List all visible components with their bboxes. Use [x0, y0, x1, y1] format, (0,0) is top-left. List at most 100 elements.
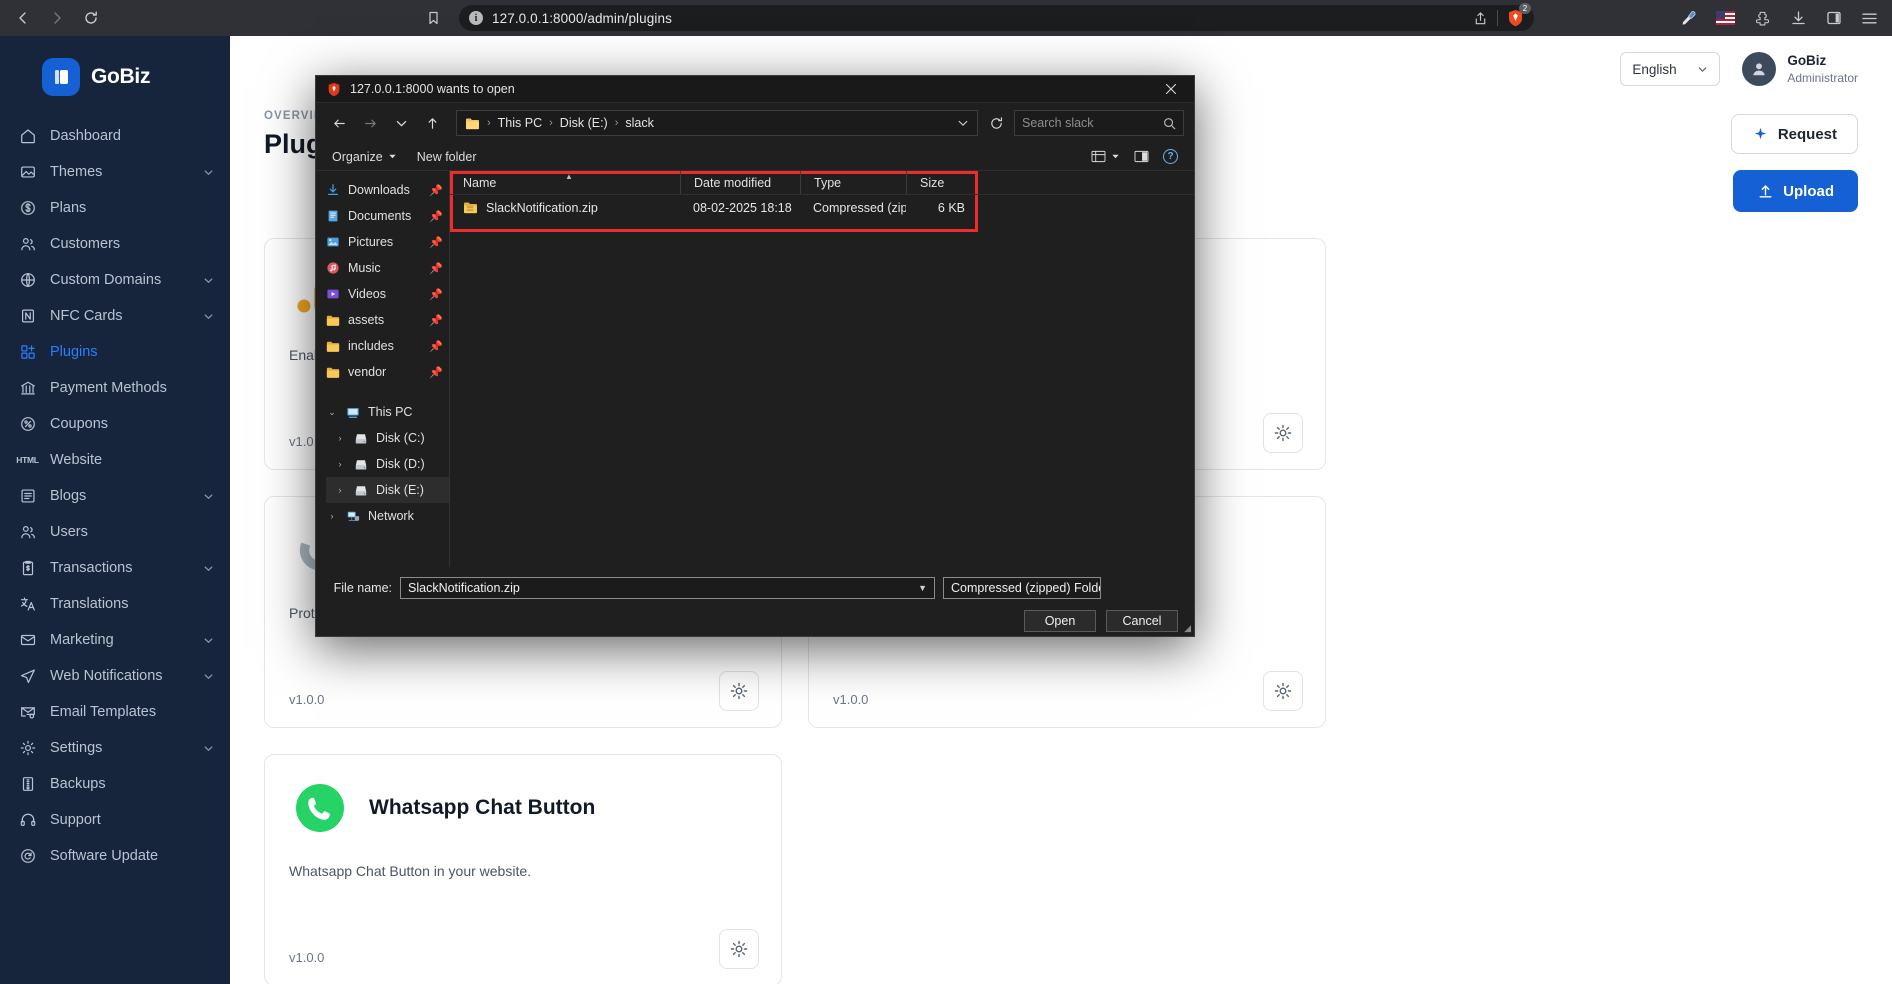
- sidebar-item-nfc-cards[interactable]: NFC Cards: [0, 298, 230, 334]
- sidebar-item-themes[interactable]: Themes: [0, 154, 230, 190]
- address-bar[interactable]: i 127.0.0.1:8000/admin/plugins 2: [459, 5, 1534, 31]
- address-breadcrumb-bar[interactable]: › This PC › Disk (E:) › slack: [456, 110, 978, 136]
- sidebar-item-plans[interactable]: Plans: [0, 190, 230, 226]
- nav-pane-item-documents[interactable]: Documents📌: [326, 203, 449, 229]
- tree-expander-icon[interactable]: ›: [334, 485, 346, 495]
- sidebar-item-custom-domains[interactable]: Custom Domains: [0, 262, 230, 298]
- new-folder-button[interactable]: New folder: [417, 150, 477, 164]
- sidebar-item-users[interactable]: Users: [0, 514, 230, 550]
- search-input[interactable]: [1022, 116, 1152, 130]
- nav-pane-item-videos[interactable]: Videos📌: [326, 281, 449, 307]
- brave-shields-button[interactable]: 2: [1507, 9, 1524, 27]
- reload-button[interactable]: [76, 3, 106, 33]
- plugin-settings-button[interactable]: [1263, 671, 1303, 711]
- plugin-card[interactable]: Whatsapp Chat Button Whatsapp Chat Butto…: [264, 754, 782, 984]
- breadcrumb-item-1[interactable]: Disk (E:): [560, 116, 608, 130]
- sidebar-item-support[interactable]: Support: [0, 802, 230, 838]
- tree-expander-icon[interactable]: ›: [334, 433, 346, 443]
- sidebar-item-backups[interactable]: Backups: [0, 766, 230, 802]
- chevron-down-icon[interactable]: [203, 563, 214, 574]
- nav-pane-item-includes[interactable]: includes📌: [326, 333, 449, 359]
- nav-pane-item-downloads[interactable]: Downloads📌: [326, 177, 449, 203]
- sidebar-item-web-notifications[interactable]: Web Notifications: [0, 658, 230, 694]
- chevron-down-icon[interactable]: ▼: [918, 583, 927, 593]
- nav-pane-item-assets[interactable]: assets📌: [326, 307, 449, 333]
- plugin-settings-button[interactable]: [1263, 413, 1303, 453]
- chevron-down-icon[interactable]: [203, 167, 214, 178]
- site-info-icon[interactable]: i: [469, 11, 483, 25]
- dialog-back-button[interactable]: [326, 110, 352, 136]
- nav-pane-tree-item-disk-c-[interactable]: ›Disk (C:): [326, 425, 449, 451]
- view-mode-button[interactable]: [1091, 150, 1120, 163]
- chevron-down-icon[interactable]: [203, 275, 214, 286]
- language-selector[interactable]: English: [1620, 52, 1720, 86]
- sidebar-item-translations[interactable]: Translations: [0, 586, 230, 622]
- nav-pane-item-music[interactable]: Music📌: [326, 255, 449, 281]
- sidebar-item-dashboard[interactable]: Dashboard: [0, 118, 230, 154]
- tree-expander-icon[interactable]: ›: [334, 459, 346, 469]
- side-panel-button[interactable]: [1826, 10, 1842, 26]
- request-button[interactable]: Request: [1731, 114, 1858, 154]
- sidebar-item-website[interactable]: HTMLWebsite: [0, 442, 230, 478]
- sidebar-item-marketing[interactable]: Marketing: [0, 622, 230, 658]
- chevron-down-icon[interactable]: [203, 635, 214, 646]
- resize-grip[interactable]: ◢: [1184, 623, 1191, 634]
- share-button[interactable]: [1473, 11, 1488, 26]
- chevron-down-icon[interactable]: [203, 491, 214, 502]
- plugin-settings-button[interactable]: [719, 929, 759, 969]
- dialog-forward-button[interactable]: [357, 110, 383, 136]
- cancel-button[interactable]: Cancel: [1106, 610, 1178, 632]
- dialog-close-button[interactable]: [1156, 76, 1186, 102]
- breadcrumb-item-0[interactable]: This PC: [498, 116, 542, 130]
- nav-pane-tree-item-disk-d-[interactable]: ›Disk (D:): [326, 451, 449, 477]
- sidebar-item-settings[interactable]: Settings: [0, 730, 230, 766]
- dialog-search-box[interactable]: [1014, 110, 1184, 136]
- open-button[interactable]: Open: [1024, 610, 1096, 632]
- sidebar-item-coupons[interactable]: Coupons: [0, 406, 230, 442]
- nav-pane-item-pictures[interactable]: Pictures📌: [326, 229, 449, 255]
- eyedropper-button[interactable]: [1680, 10, 1697, 27]
- sidebar-item-transactions[interactable]: Transactions: [0, 550, 230, 586]
- chevron-down-icon[interactable]: [203, 743, 214, 754]
- dialog-refresh-button[interactable]: [983, 110, 1009, 136]
- sidebar-item-blogs[interactable]: Blogs: [0, 478, 230, 514]
- column-header-type[interactable]: Type: [800, 171, 906, 194]
- downloads-button[interactable]: [1790, 10, 1807, 27]
- tree-expander-icon[interactable]: ›: [326, 511, 338, 521]
- flag-button[interactable]: [1716, 11, 1735, 25]
- dialog-up-button[interactable]: [419, 110, 445, 136]
- table-row[interactable]: SlackNotification.zip 08-02-2025 18:18 C…: [450, 195, 1194, 220]
- sidebar-item-software-update[interactable]: Software Update: [0, 838, 230, 874]
- address-dropdown-button[interactable]: [957, 117, 969, 129]
- bookmark-button[interactable]: [426, 10, 441, 26]
- user-menu[interactable]: GoBiz Administrator: [1742, 52, 1858, 86]
- back-button[interactable]: [8, 3, 38, 33]
- sidebar-item-payment-methods[interactable]: Payment Methods: [0, 370, 230, 406]
- breadcrumb-item-2[interactable]: slack: [625, 116, 653, 130]
- sidebar-item-email-templates[interactable]: Email Templates: [0, 694, 230, 730]
- chevron-down-icon[interactable]: [203, 311, 214, 322]
- forward-button[interactable]: [42, 3, 72, 33]
- nav-pane-tree-item-disk-e-[interactable]: ›Disk (E:): [326, 477, 449, 503]
- nav-pane-tree-item-network[interactable]: ›Network: [326, 503, 449, 529]
- sidebar-item-customers[interactable]: Customers: [0, 226, 230, 262]
- organize-button[interactable]: Organize: [332, 150, 397, 164]
- upload-button[interactable]: Upload: [1733, 170, 1858, 212]
- browser-menu-button[interactable]: [1861, 11, 1878, 26]
- preview-pane-button[interactable]: [1134, 150, 1149, 163]
- column-header-size[interactable]: Size: [906, 171, 974, 194]
- chevron-down-icon[interactable]: [203, 671, 214, 682]
- help-button[interactable]: ?: [1163, 149, 1178, 164]
- nav-pane-tree-item-this-pc[interactable]: ⌄This PC: [326, 399, 449, 425]
- filetype-select[interactable]: Compressed (zipped) Folder (*. ▼: [943, 577, 1101, 599]
- extensions-button[interactable]: [1754, 10, 1771, 27]
- sidebar-item-plugins[interactable]: Plugins: [0, 334, 230, 370]
- tree-expander-icon[interactable]: ⌄: [326, 407, 338, 418]
- nav-pane-item-vendor[interactable]: vendor📌: [326, 359, 449, 385]
- filename-input[interactable]: SlackNotification.zip ▼: [400, 577, 935, 599]
- column-header-date[interactable]: Date modified: [680, 171, 800, 194]
- dialog-recent-locations-button[interactable]: [388, 110, 414, 136]
- brand-logo-area[interactable]: GoBiz: [0, 36, 230, 114]
- column-header-name[interactable]: ▲ Name: [450, 171, 680, 194]
- plugin-settings-button[interactable]: [719, 671, 759, 711]
